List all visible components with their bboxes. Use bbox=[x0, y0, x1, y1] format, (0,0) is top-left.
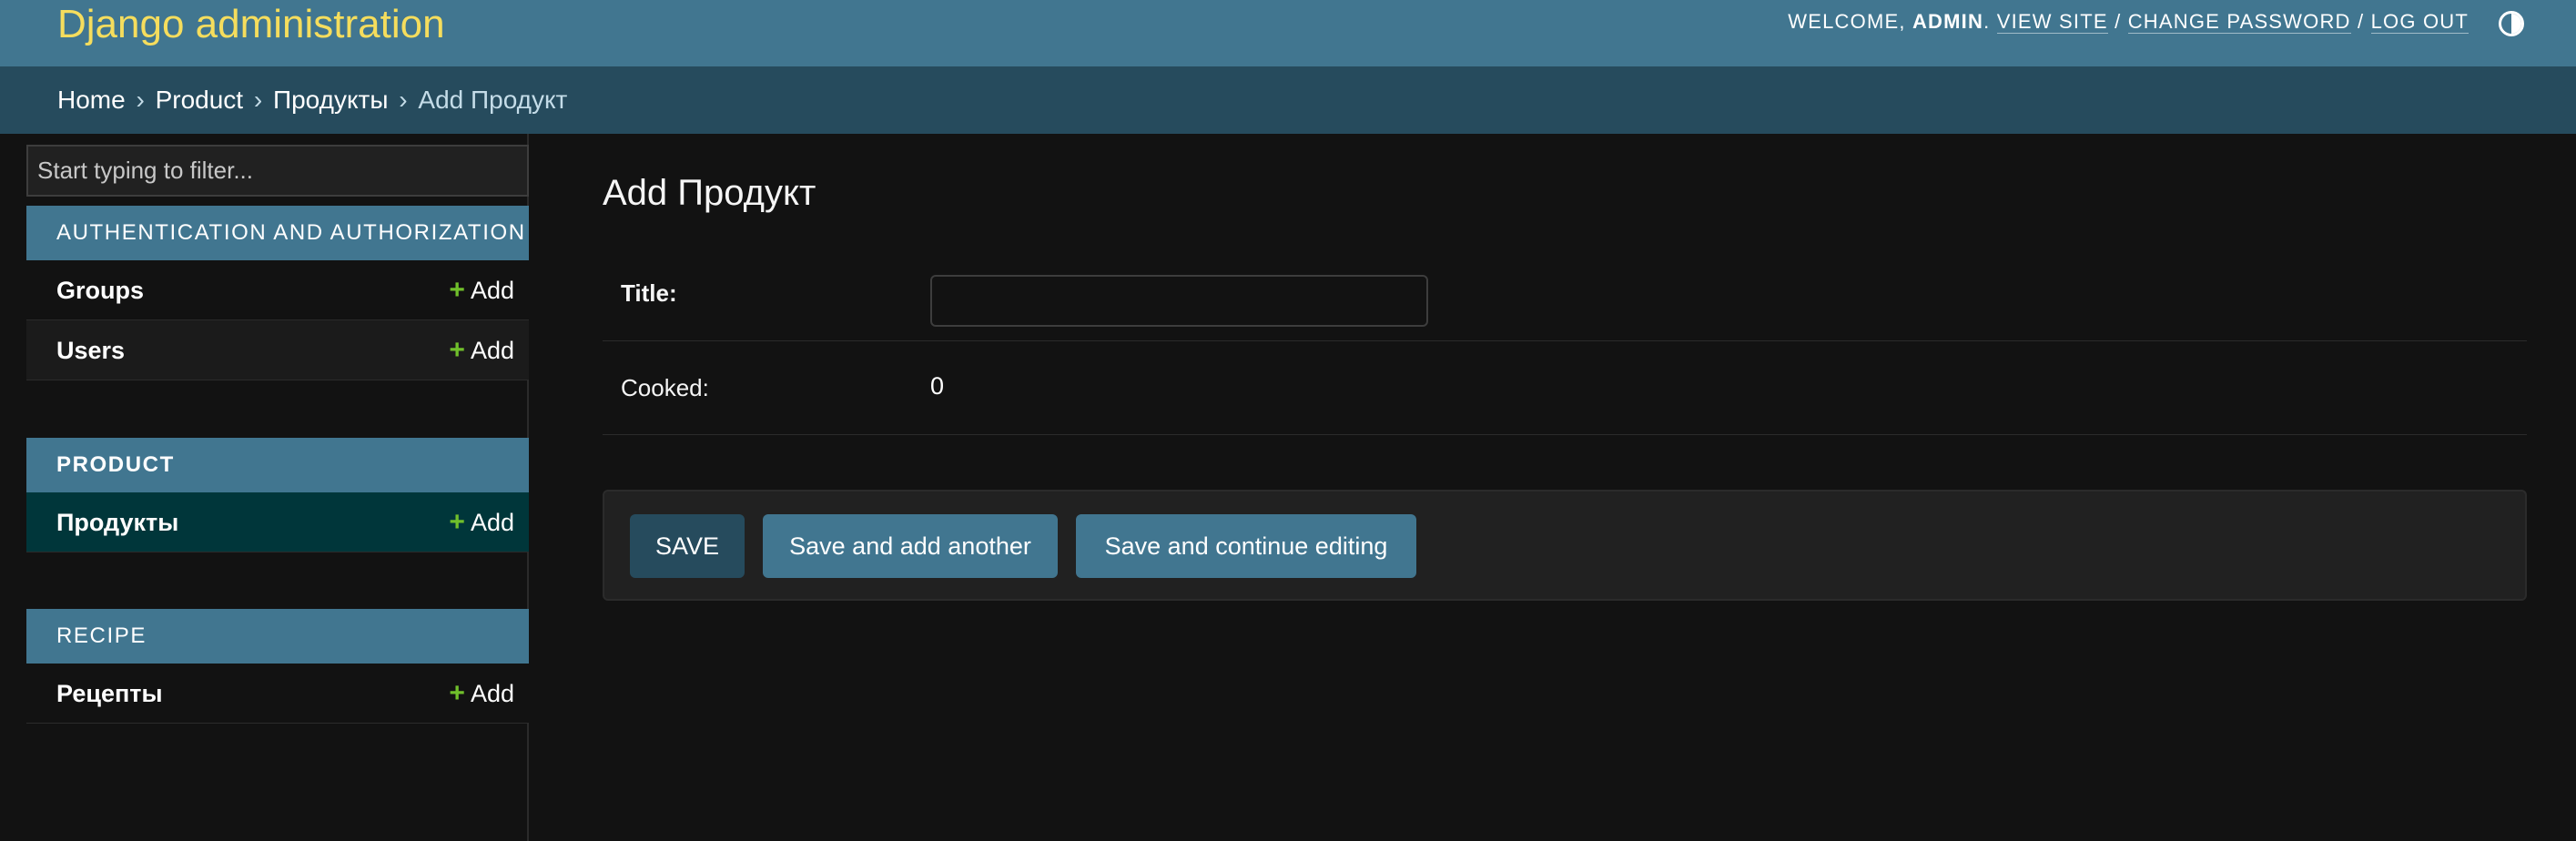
module-caption-auth[interactable]: AUTHENTICATION AND AUTHORIZATION bbox=[26, 206, 529, 260]
page-title: Add Продукт bbox=[603, 173, 816, 213]
nav-filter-input[interactable] bbox=[26, 145, 529, 197]
sidebar-item-label[interactable]: Продукты bbox=[56, 492, 178, 552]
user-tools: WELCOME, ADMIN. VIEW SITE / CHANGE PASSW… bbox=[1788, 10, 2469, 34]
breadcrumb-home[interactable]: Home bbox=[57, 86, 126, 114]
sidebar-item-users[interactable]: Users + Add bbox=[26, 320, 529, 380]
sidebar-item-produkty[interactable]: Продукты + Add bbox=[26, 492, 529, 552]
plus-icon: + bbox=[449, 335, 465, 365]
sidebar-item-label[interactable]: Рецепты bbox=[56, 664, 163, 724]
breadcrumb: Home › Product › Продукты › Add Продукт bbox=[0, 66, 2576, 134]
add-produkty-link[interactable]: + Add bbox=[449, 492, 514, 552]
theme-toggle-icon[interactable] bbox=[2499, 11, 2524, 36]
header: Django administration WELCOME, ADMIN. VI… bbox=[0, 0, 2576, 66]
breadcrumb-produkty[interactable]: Продукты bbox=[273, 86, 389, 114]
module-caption-recipe[interactable]: RECIPE bbox=[26, 609, 529, 664]
title-label: Title: bbox=[621, 279, 677, 307]
sidebar-item-label[interactable]: Users bbox=[56, 320, 125, 380]
welcome-text: WELCOME, bbox=[1788, 10, 1906, 33]
change-password-link[interactable]: CHANGE PASSWORD bbox=[2127, 10, 2351, 34]
submit-row: SAVE Save and add another Save and conti… bbox=[603, 490, 2527, 601]
plus-icon: + bbox=[449, 507, 465, 537]
form-row-title: Title: bbox=[603, 248, 2527, 341]
cooked-value: 0 bbox=[930, 372, 945, 400]
sidebar-item-recepty[interactable]: Рецепты + Add bbox=[26, 664, 529, 724]
cooked-label: Cooked: bbox=[621, 374, 709, 401]
sidebar-item-groups[interactable]: Groups + Add bbox=[26, 260, 529, 320]
add-groups-link[interactable]: + Add bbox=[449, 260, 514, 320]
breadcrumb-current: Add Продукт bbox=[418, 86, 568, 114]
username: ADMIN bbox=[1912, 10, 1984, 33]
save-and-continue-button[interactable]: Save and continue editing bbox=[1076, 514, 1416, 578]
save-button[interactable]: SAVE bbox=[630, 514, 745, 578]
add-users-link[interactable]: + Add bbox=[449, 320, 514, 380]
sidebar: AUTHENTICATION AND AUTHORIZATION Groups … bbox=[26, 134, 529, 841]
save-and-add-another-button[interactable]: Save and add another bbox=[763, 514, 1058, 578]
view-site-link[interactable]: VIEW SITE bbox=[1996, 10, 2108, 34]
breadcrumb-product[interactable]: Product bbox=[156, 86, 244, 114]
add-recepty-link[interactable]: + Add bbox=[449, 664, 514, 724]
log-out-link[interactable]: LOG OUT bbox=[2370, 10, 2469, 34]
title-input[interactable] bbox=[930, 275, 1428, 327]
form-row-cooked: Cooked: 0 bbox=[603, 341, 2527, 435]
sidebar-item-label[interactable]: Groups bbox=[56, 260, 144, 320]
plus-icon: + bbox=[449, 275, 465, 305]
site-brand-link[interactable]: Django administration bbox=[57, 0, 445, 49]
plus-icon: + bbox=[449, 678, 465, 708]
module-caption-product[interactable]: PRODUCT bbox=[26, 438, 529, 492]
